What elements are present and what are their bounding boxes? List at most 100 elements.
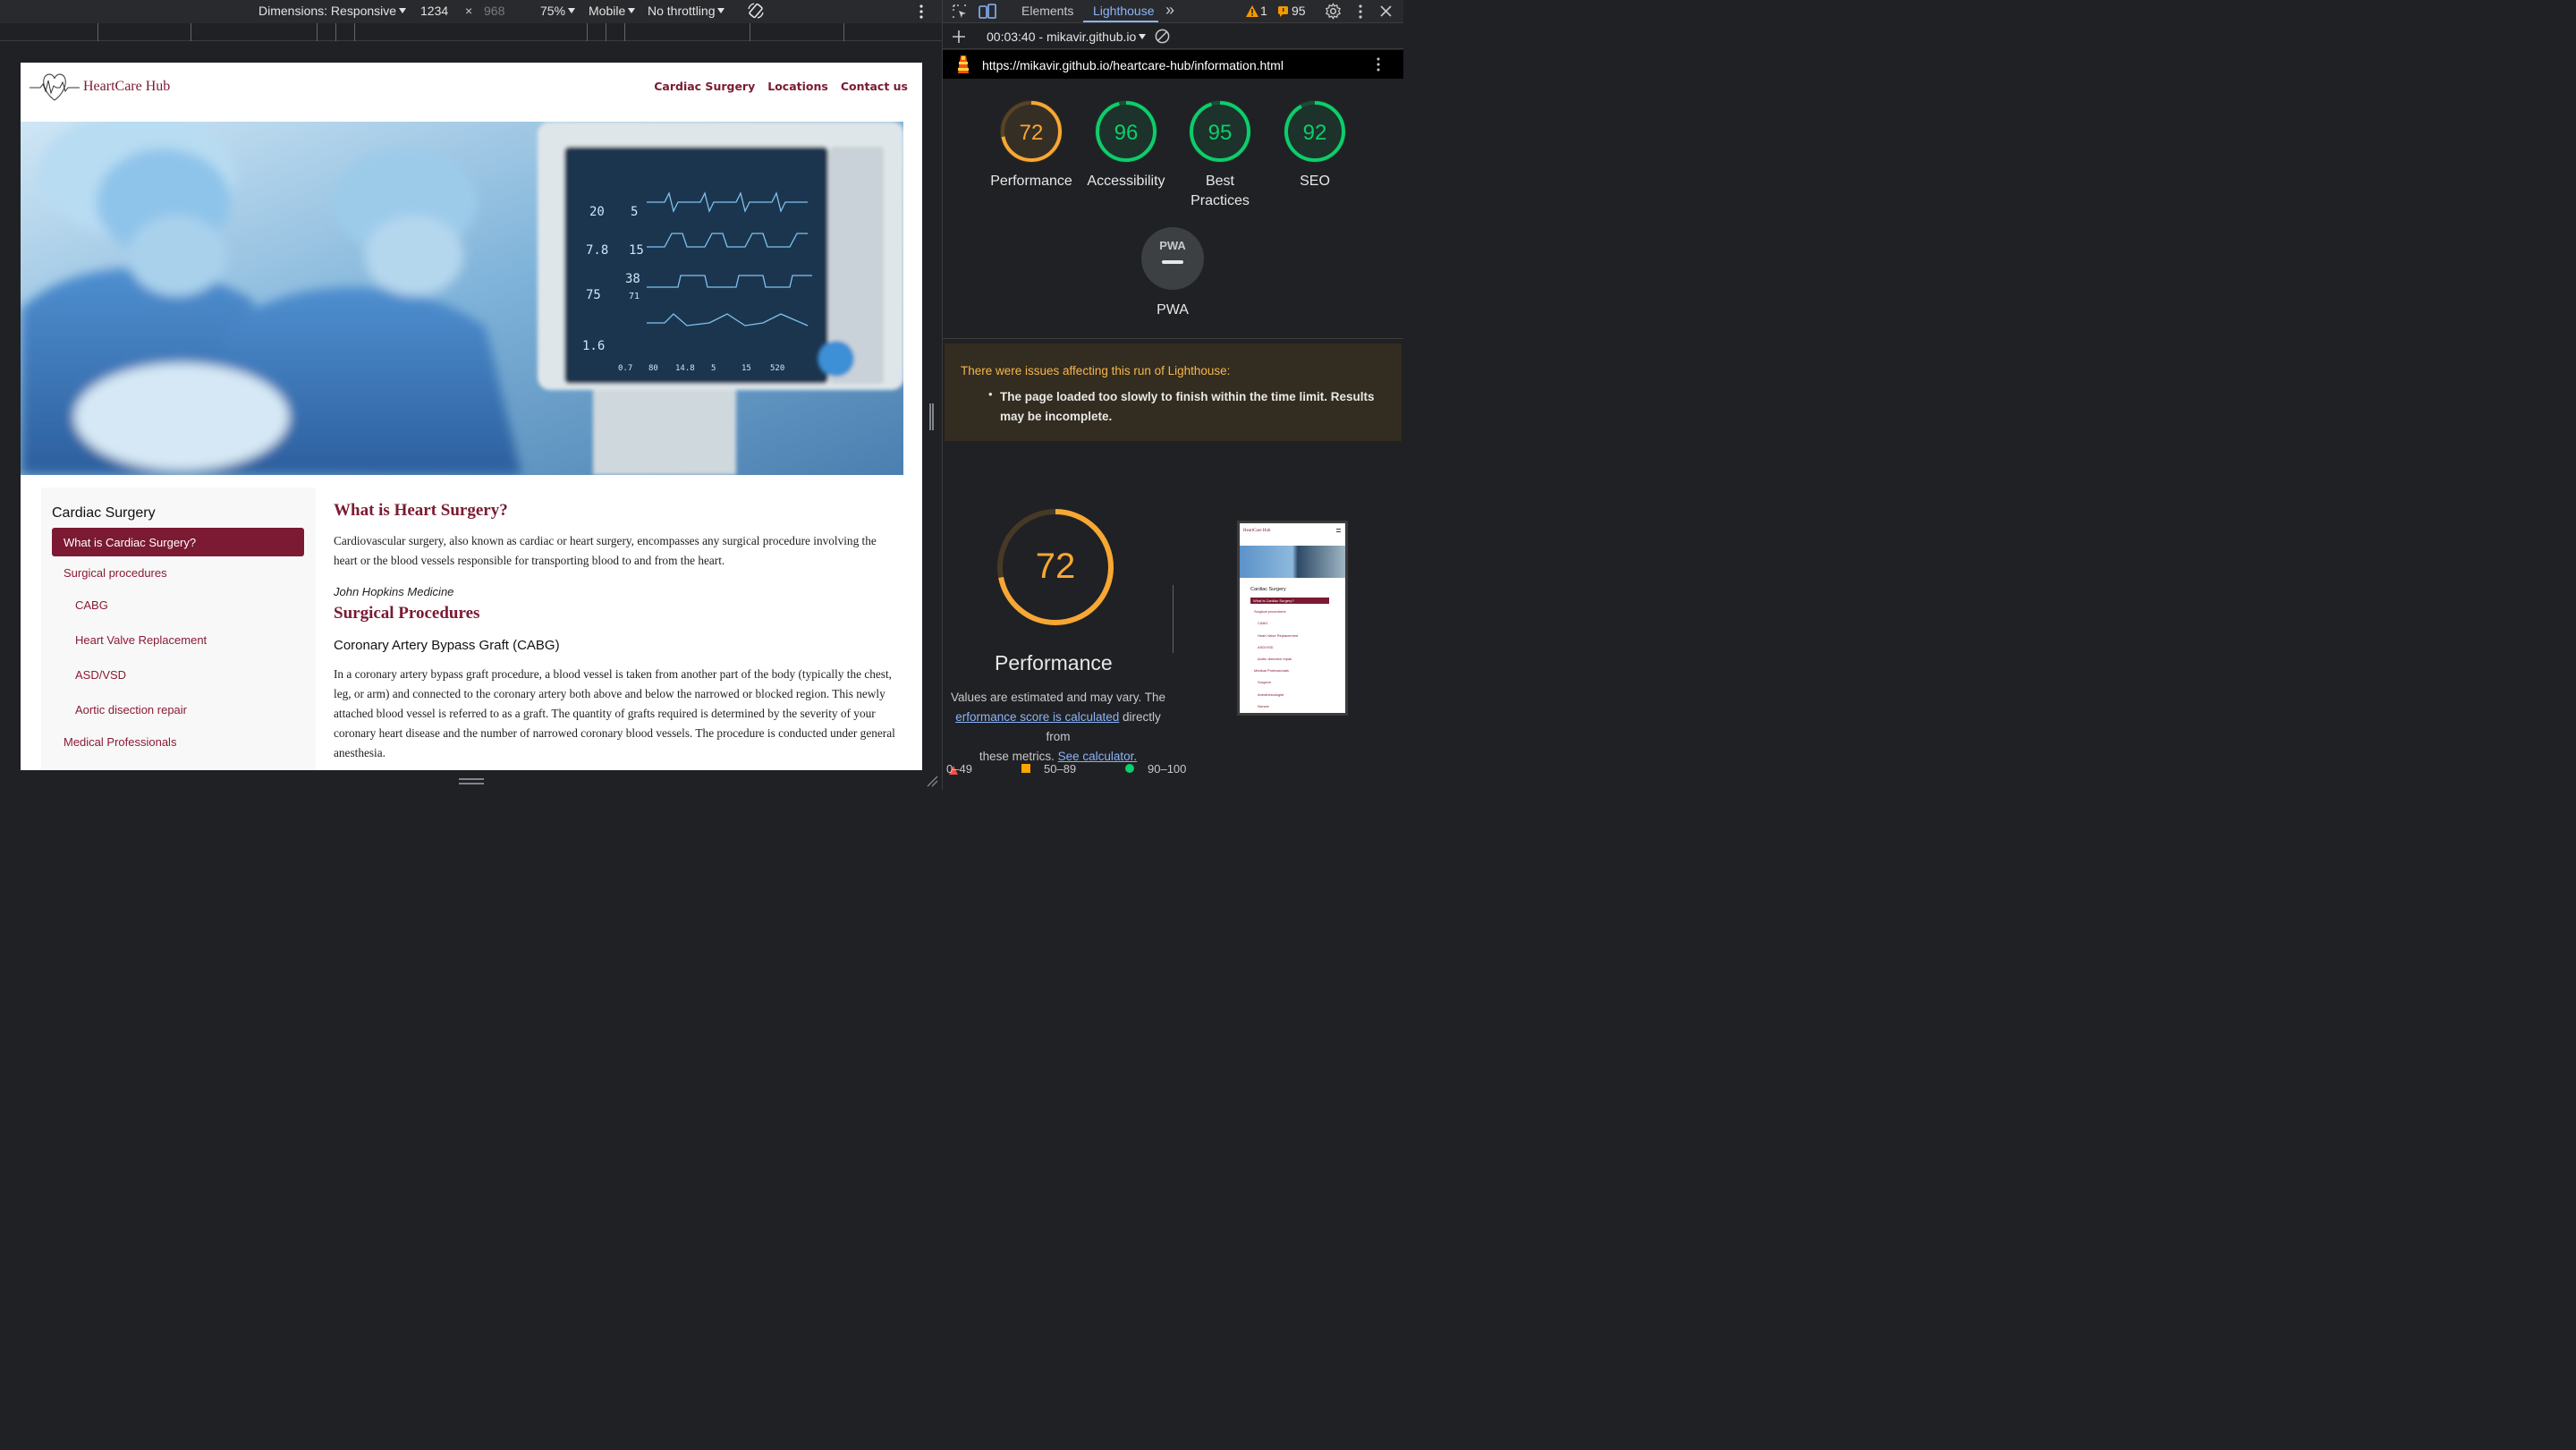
gauge-accessibility[interactable]: 96 Accessibility (1087, 100, 1165, 189)
gauge-seo[interactable]: 92 SEO (1284, 100, 1346, 189)
devtools-panel: Elements Lighthouse » 1 95 00:03:40 - mi… (942, 0, 1403, 790)
sidebar: Cardiac Surgery What is Cardiac Surgery?… (41, 488, 316, 770)
article-paragraph: In a coronary artery bypass graft proced… (334, 667, 895, 759)
final-screenshot-thumbnail[interactable]: HeartCare Hub Cardiac Surgery What is Ca… (1237, 521, 1348, 716)
score-gauge: 92 (1284, 100, 1346, 163)
thumb-list-item: Anesthesiologist (1258, 691, 1284, 697)
monitor-reading: 0.7 (618, 364, 632, 373)
warning-count: 1 (1260, 4, 1267, 18)
lighthouse-run-bar: 00:03:40 - mikavir.github.io (943, 24, 1403, 49)
viewport-height-resize-handle[interactable] (459, 778, 484, 784)
sidebar-title: Cardiac Surgery (52, 505, 156, 521)
sidebar-item-medical-professionals[interactable]: Medical Professionals (64, 735, 176, 749)
warning-title: There were issues affecting this run of … (961, 364, 1231, 377)
issues-icon[interactable] (1277, 5, 1289, 17)
media-query-ruler[interactable] (0, 23, 942, 41)
score-calculation-link[interactable]: erformance score is calculated (955, 710, 1119, 724)
thumb-list-item: ASD/VSD (1258, 644, 1274, 649)
active-tab-indicator (1083, 21, 1158, 22)
square-average-icon (1021, 764, 1030, 773)
thumb-list-item: Medical Professionals (1254, 668, 1289, 674)
more-vertical-icon[interactable] (1356, 4, 1365, 20)
calculator-link[interactable]: See calculator. (1058, 750, 1138, 763)
height-input[interactable]: 968 (484, 4, 504, 18)
monitor-reading: 75 (586, 288, 601, 302)
gauge-label: Performance (990, 174, 1072, 189)
device-dropdown[interactable]: Mobile (589, 4, 636, 18)
legend-average: 50–89 (1044, 762, 1077, 776)
gauge-pwa[interactable]: PWA PWA (1141, 227, 1204, 318)
close-icon[interactable] (1380, 5, 1392, 17)
gauge-performance[interactable]: 72 Performance (990, 100, 1072, 189)
legend-fail: 0–49 (946, 762, 972, 776)
throttling-label: No throttling (648, 4, 716, 18)
gauge-score: 95 (1208, 121, 1233, 145)
more-tabs-icon[interactable]: » (1165, 1, 1174, 20)
devtools-tabbar: Elements Lighthouse » 1 95 (943, 0, 1403, 23)
gauge-score: 72 (1020, 121, 1044, 145)
performance-score: 72 (1036, 547, 1076, 586)
viewport-width-resize-handle[interactable] (929, 403, 934, 430)
device-toggle-icon[interactable] (979, 4, 996, 20)
sidebar-item-cabg[interactable]: CABG (75, 598, 108, 612)
score-gauge: 72 (1000, 100, 1063, 163)
thumb-list-item: CABG (1258, 621, 1268, 626)
plus-icon[interactable] (952, 30, 966, 44)
site-logo[interactable]: HeartCare Hub (30, 72, 170, 102)
sidebar-item-aortic-dissection-repair[interactable]: Aortic disection repair (75, 703, 187, 717)
article-source: John Hopkins Medicine (334, 585, 454, 598)
score-gauge: 96 (1095, 100, 1157, 163)
thumb-list-item: What is Cardiac Surgery? (1250, 598, 1329, 604)
thumb-list-item: Nurses (1258, 703, 1269, 708)
legend-pass: 90–100 (1148, 762, 1187, 776)
width-input[interactable]: 1234 (420, 4, 448, 18)
heart-ecg-logo-icon (30, 73, 80, 101)
chevron-down-icon (1139, 34, 1147, 39)
throttling-dropdown[interactable]: No throttling (648, 4, 725, 18)
warning-icon[interactable] (1245, 4, 1259, 18)
monitor-reading: 71 (629, 292, 640, 301)
zoom-dropdown[interactable]: 75% (540, 4, 576, 18)
times-icon: × (465, 4, 473, 18)
dimensions-dropdown[interactable]: Dimensions: Responsive (258, 4, 407, 18)
site-nav: Cardiac Surgery Locations Contact us (654, 80, 908, 93)
performance-note: Values are estimated and may vary. The e… (943, 688, 1174, 767)
tab-lighthouse[interactable]: Lighthouse (1093, 4, 1155, 18)
clear-icon[interactable] (1154, 28, 1171, 45)
sidebar-item-what-is-cardiac-surgery[interactable]: What is Cardiac Surgery? (52, 528, 304, 556)
device-label: Mobile (589, 4, 626, 18)
score-gauge: 95 (1189, 100, 1251, 163)
hero-image: 20 5 7.8 15 38 75 71 1.6 0.7 80 14.8 5 1… (21, 122, 903, 475)
chevron-down-icon (628, 8, 636, 13)
more-vertical-icon[interactable] (1375, 56, 1382, 72)
resize-corner-icon[interactable] (926, 775, 938, 787)
nav-cardiac-surgery[interactable]: Cardiac Surgery (654, 80, 755, 93)
report-selector[interactable]: 00:03:40 - mikavir.github.io (987, 30, 1147, 44)
site-header: HeartCare Hub Cardiac Surgery Locations … (21, 63, 922, 122)
nav-locations[interactable]: Locations (767, 80, 828, 93)
tab-elements[interactable]: Elements (1021, 4, 1073, 18)
hamburger-icon (1336, 529, 1341, 532)
zoom-label: 75% (540, 4, 566, 18)
chevron-down-icon (717, 8, 725, 13)
section-heading: Surgical Procedures (334, 604, 480, 623)
monitor-reading: 7.8 (586, 243, 608, 258)
monitor-reading: 20 (589, 205, 605, 219)
subsection-heading: Coronary Artery Bypass Graft (CABG) (334, 638, 560, 653)
more-vertical-icon[interactable] (916, 4, 927, 20)
sidebar-item-heart-valve-replacement[interactable]: Heart Valve Replacement (75, 633, 207, 647)
gauge-best-practices[interactable]: 95 Best Practices (1189, 100, 1251, 208)
bullet-icon: • (988, 387, 993, 401)
device-toolbar: Dimensions: Responsive 1234 × 968 75% Mo… (0, 0, 942, 23)
sidebar-item-asd-vsd[interactable]: ASD/VSD (75, 668, 126, 682)
report-url[interactable]: https://mikavir.github.io/heartcare-hub/… (982, 58, 1284, 72)
report-url-bar: https://mikavir.github.io/heartcare-hub/… (943, 50, 1403, 79)
nav-contact-us[interactable]: Contact us (841, 80, 908, 93)
inspect-element-icon[interactable] (952, 4, 968, 20)
warning-box: There were issues affecting this run of … (945, 343, 1402, 441)
sidebar-item-surgical-procedures[interactable]: Surgical procedures (64, 566, 167, 580)
monitor-reading: 15 (741, 364, 751, 373)
rotate-icon[interactable] (747, 2, 765, 20)
gear-icon[interactable] (1325, 3, 1342, 20)
divider (1173, 585, 1174, 653)
